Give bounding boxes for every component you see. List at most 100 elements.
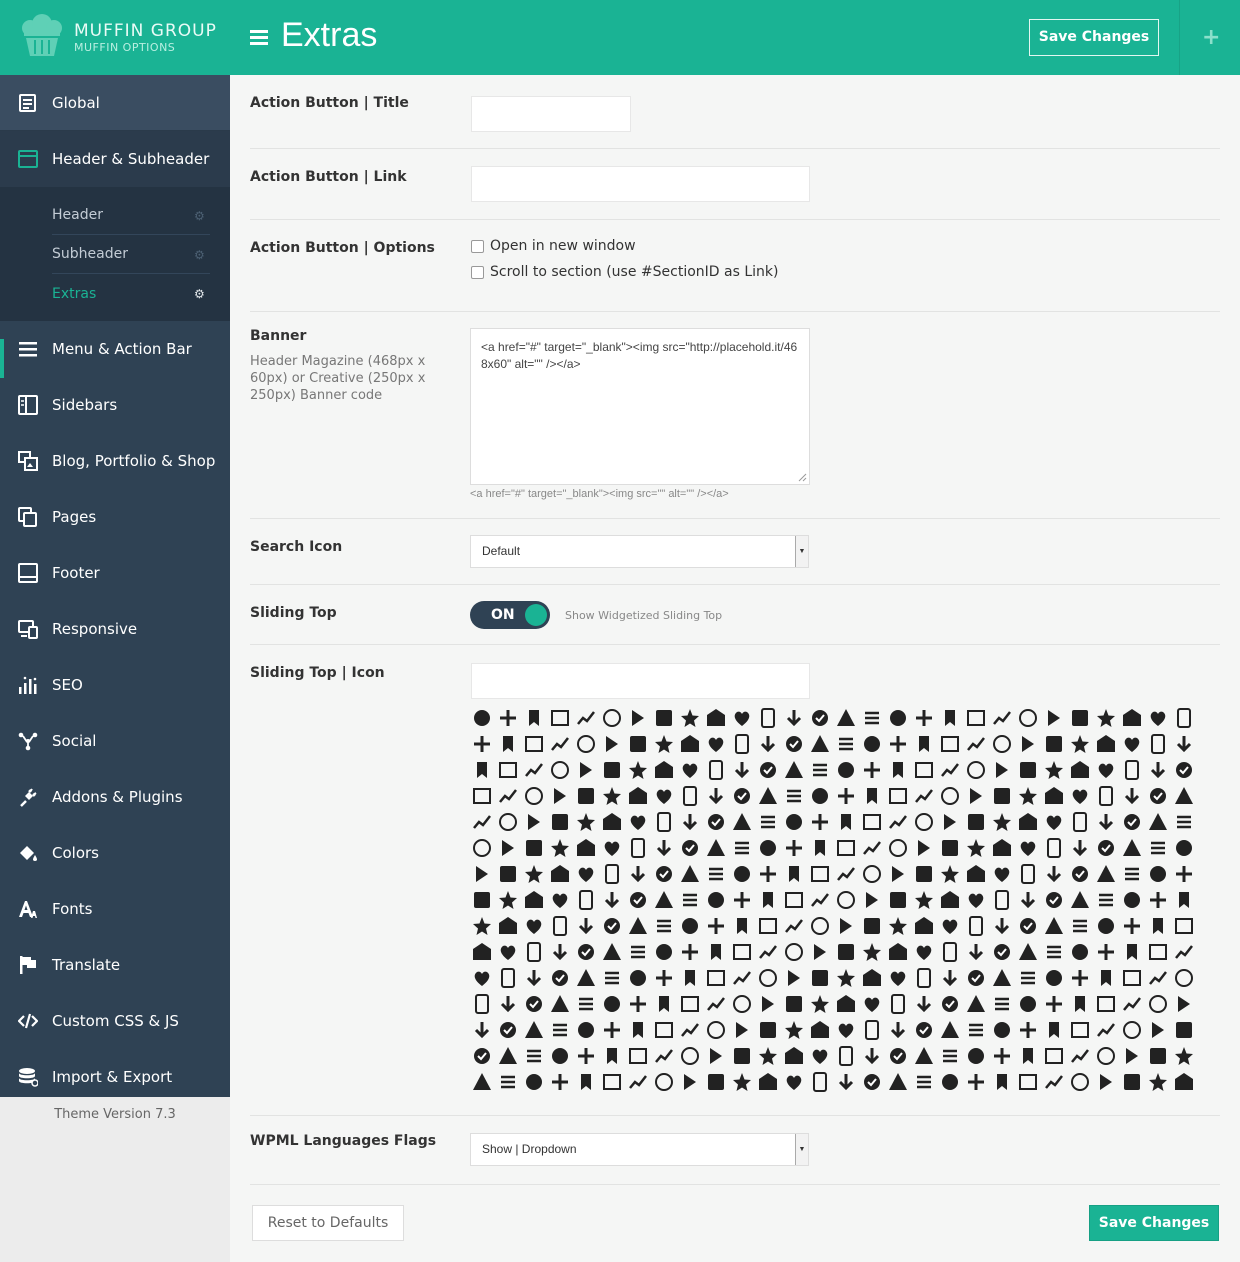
icon-option[interactable] — [939, 759, 961, 781]
icon-option[interactable] — [575, 1019, 597, 1041]
icon-option[interactable] — [1121, 1019, 1143, 1041]
icon-option[interactable] — [887, 837, 909, 859]
icon-option[interactable] — [1043, 993, 1065, 1015]
scroll-to-section-option[interactable]: Scroll to section (use #SectionID as Lin… — [471, 264, 778, 280]
icon-option[interactable] — [1095, 707, 1117, 729]
icon-option[interactable] — [705, 967, 727, 989]
icon-option[interactable] — [835, 1045, 857, 1067]
icon-option[interactable] — [783, 915, 805, 937]
icon-option[interactable] — [887, 941, 909, 963]
icon-option[interactable] — [731, 785, 753, 807]
icon-option[interactable] — [627, 785, 649, 807]
sidebar-item-custom-css-js[interactable]: Custom CSS & JS — [0, 993, 230, 1049]
icon-option[interactable] — [523, 733, 545, 755]
icon-option[interactable] — [1069, 1071, 1091, 1093]
icon-option[interactable] — [523, 915, 545, 937]
icon-option[interactable] — [965, 1019, 987, 1041]
icon-option[interactable] — [783, 1045, 805, 1067]
icon-option[interactable] — [679, 785, 701, 807]
icon-option[interactable] — [1017, 811, 1039, 833]
icon-option[interactable] — [679, 837, 701, 859]
icon-option[interactable] — [1095, 733, 1117, 755]
icon-option[interactable] — [835, 863, 857, 885]
icon-option[interactable] — [861, 967, 883, 989]
icon-option[interactable] — [965, 733, 987, 755]
icon-option[interactable] — [783, 1019, 805, 1041]
icon-option[interactable] — [497, 733, 519, 755]
icon-option[interactable] — [549, 1019, 571, 1041]
sidebar-item-global[interactable]: Global — [0, 75, 230, 131]
icon-option[interactable] — [575, 889, 597, 911]
icon-option[interactable] — [913, 785, 935, 807]
icon-option[interactable] — [757, 837, 779, 859]
icon-option[interactable] — [627, 889, 649, 911]
icon-option[interactable] — [1069, 967, 1091, 989]
icon-option[interactable] — [887, 759, 909, 781]
icon-option[interactable] — [965, 759, 987, 781]
icon-option[interactable] — [575, 915, 597, 937]
icon-option[interactable] — [835, 811, 857, 833]
icon-option[interactable] — [939, 941, 961, 963]
icon-option[interactable] — [653, 811, 675, 833]
icon-option[interactable] — [731, 967, 753, 989]
icon-option[interactable] — [1069, 811, 1091, 833]
icon-option[interactable] — [627, 941, 649, 963]
icon-option[interactable] — [757, 759, 779, 781]
icon-option[interactable] — [757, 863, 779, 885]
icon-option[interactable] — [757, 707, 779, 729]
icon-option[interactable] — [939, 889, 961, 911]
icon-option[interactable] — [861, 863, 883, 885]
icon-option[interactable] — [679, 863, 701, 885]
open-new-window-option[interactable]: Open in new window — [471, 238, 636, 254]
sidebar-item-pages[interactable]: Pages — [0, 489, 230, 545]
sidebar-item-import-export[interactable]: Import & Export — [0, 1049, 230, 1105]
icon-option[interactable] — [679, 759, 701, 781]
icon-option[interactable] — [1173, 759, 1195, 781]
icon-option[interactable] — [965, 915, 987, 937]
icon-option[interactable] — [913, 1019, 935, 1041]
resize-handle-icon[interactable] — [797, 472, 807, 482]
icon-option[interactable] — [861, 1045, 883, 1067]
icon-option[interactable] — [601, 863, 623, 885]
icon-option[interactable] — [523, 863, 545, 885]
icon-option[interactable] — [835, 1071, 857, 1093]
icon-option[interactable] — [1095, 941, 1117, 963]
icon-option[interactable] — [887, 811, 909, 833]
icon-option[interactable] — [471, 1019, 493, 1041]
action-title-input[interactable] — [471, 96, 631, 132]
icon-option[interactable] — [1121, 993, 1143, 1015]
sliding-top-icon-input[interactable] — [471, 663, 810, 699]
icon-option[interactable] — [497, 1071, 519, 1093]
icon-option[interactable] — [809, 733, 831, 755]
icon-option[interactable] — [1043, 785, 1065, 807]
icon-option[interactable] — [601, 915, 623, 937]
icon-option[interactable] — [1173, 785, 1195, 807]
icon-option[interactable] — [1173, 915, 1195, 937]
icon-option[interactable] — [1017, 863, 1039, 885]
icon-option[interactable] — [601, 733, 623, 755]
action-link-input[interactable] — [471, 166, 810, 202]
icon-option[interactable] — [1017, 993, 1039, 1015]
icon-option[interactable] — [575, 993, 597, 1015]
scroll-to-section-checkbox[interactable] — [471, 265, 484, 279]
icon-option[interactable] — [809, 1071, 831, 1093]
icon-option[interactable] — [705, 837, 727, 859]
icon-option[interactable] — [679, 915, 701, 937]
icon-option[interactable] — [575, 1045, 597, 1067]
icon-option[interactable] — [653, 941, 675, 963]
icon-option[interactable] — [1147, 759, 1169, 781]
icon-option[interactable] — [705, 1019, 727, 1041]
icon-option[interactable] — [471, 1045, 493, 1067]
icon-option[interactable] — [809, 967, 831, 989]
icon-option[interactable] — [965, 1071, 987, 1093]
icon-option[interactable] — [783, 707, 805, 729]
icon-option[interactable] — [601, 837, 623, 859]
icon-option[interactable] — [835, 785, 857, 807]
icon-option[interactable] — [861, 1071, 883, 1093]
icon-option[interactable] — [601, 889, 623, 911]
icon-option[interactable] — [835, 837, 857, 859]
icon-option[interactable] — [809, 993, 831, 1015]
icon-option[interactable] — [991, 759, 1013, 781]
icon-option[interactable] — [471, 759, 493, 781]
icon-option[interactable] — [679, 993, 701, 1015]
